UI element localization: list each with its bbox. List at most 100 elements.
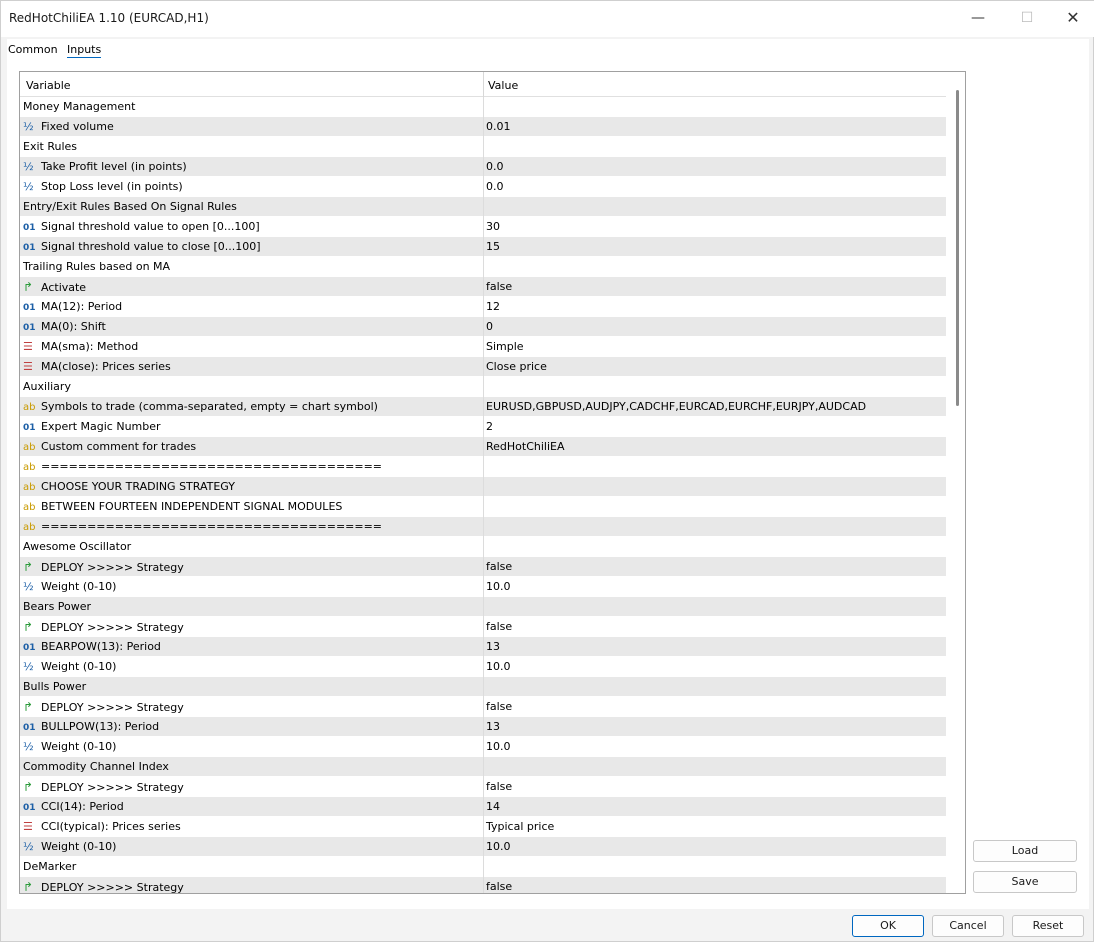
variable-label: MA(sma): Method [41, 340, 139, 353]
save-button[interactable]: Save [973, 871, 1077, 893]
table-row[interactable]: ab Custom comment for trades RedHotChiliEA [20, 437, 946, 457]
tab-common[interactable]: Common [8, 43, 58, 56]
table-row[interactable]: ☰ MA(close): Prices series Close price [20, 357, 946, 377]
table-row[interactable]: DeMarker [20, 857, 946, 877]
table-row[interactable]: ab ===================================== [20, 457, 946, 477]
column-divider [483, 637, 484, 657]
table-body: Money Management ½ Fixed volume 0.01 Exit Ru… [20, 97, 946, 893]
vertical-scrollbar[interactable] [949, 72, 965, 893]
variable-cell: Awesome Oscillator [23, 537, 131, 557]
table-row[interactable]: 01 BULLPOW(13): Period 13 [20, 717, 946, 737]
value-cell[interactable]: 0.0 [486, 177, 504, 197]
value-cell[interactable]: false [486, 277, 512, 297]
value-cell[interactable]: 12 [486, 297, 500, 317]
table-row[interactable]: ab ===================================== [20, 517, 946, 537]
ok-button[interactable]: OK [852, 915, 924, 937]
integer-type-icon: 01 [23, 423, 36, 433]
table-row[interactable]: Trailing Rules based on MA [20, 257, 946, 277]
table-row[interactable]: ↱ DEPLOY >>>>> Strategy false [20, 877, 946, 893]
column-divider [483, 197, 484, 217]
variable-label: MA(close): Prices series [41, 360, 171, 373]
table-row[interactable]: Money Management [20, 97, 946, 117]
scrollbar-thumb[interactable] [956, 90, 959, 406]
table-row[interactable]: Exit Rules [20, 137, 946, 157]
reset-button[interactable]: Reset [1012, 915, 1084, 937]
table-row[interactable]: Commodity Channel Index [20, 757, 946, 777]
table-row[interactable]: Entry/Exit Rules Based On Signal Rules [20, 197, 946, 217]
value-cell[interactable]: Typical price [486, 817, 554, 837]
header-divider[interactable] [483, 72, 484, 97]
table-row[interactable]: Awesome Oscillator [20, 537, 946, 557]
table-row[interactable]: 01 CCI(14): Period 14 [20, 797, 946, 817]
value-cell[interactable]: 0.0 [486, 157, 504, 177]
value-cell[interactable]: 14 [486, 797, 500, 817]
table-row[interactable]: ab Symbols to trade (comma-separated, emp… [20, 397, 946, 417]
value-cell[interactable]: false [486, 697, 512, 717]
cancel-button[interactable]: Cancel [932, 915, 1004, 937]
value-cell[interactable]: 10.0 [486, 837, 511, 857]
table-row[interactable]: ↱ DEPLOY >>>>> Strategy false [20, 697, 946, 717]
maximize-icon[interactable]: ☐ [1004, 1, 1050, 35]
value-cell[interactable]: 0 [486, 317, 493, 337]
value-cell[interactable]: 10.0 [486, 577, 511, 597]
value-cell[interactable]: 0.01 [486, 117, 511, 137]
table-row[interactable]: ↱ DEPLOY >>>>> Strategy false [20, 557, 946, 577]
variable-cell: 01 Expert Magic Number [23, 417, 161, 437]
variable-label: Commodity Channel Index [23, 760, 169, 773]
variable-label: Symbols to trade (comma-separated, empty… [41, 400, 378, 413]
table-row[interactable]: ☰ CCI(typical): Prices series Typical pric… [20, 817, 946, 837]
table-row[interactable]: ↱ DEPLOY >>>>> Strategy false [20, 777, 946, 797]
table-row[interactable]: ½ Stop Loss level (in points) 0.0 [20, 177, 946, 197]
table-row[interactable]: 01 Signal threshold value to close [0...1… [20, 237, 946, 257]
value-cell[interactable]: RedHotChiliEA [486, 437, 565, 457]
string-type-icon: ab [23, 402, 36, 413]
header-value[interactable]: Value [488, 79, 518, 92]
table-row[interactable]: 01 MA(0): Shift 0 [20, 317, 946, 337]
table-row[interactable]: ½ Weight (0-10) 10.0 [20, 837, 946, 857]
column-divider [483, 837, 484, 857]
table-row[interactable]: ½ Fixed volume 0.01 [20, 117, 946, 137]
value-cell[interactable]: 2 [486, 417, 493, 437]
tab-inputs[interactable]: Inputs [67, 43, 102, 58]
column-divider [483, 137, 484, 157]
load-button[interactable]: Load [973, 840, 1077, 862]
table-row[interactable]: 01 Expert Magic Number 2 [20, 417, 946, 437]
value-cell[interactable]: 13 [486, 717, 500, 737]
table-row[interactable]: Bears Power [20, 597, 946, 617]
table-row[interactable]: Bulls Power [20, 677, 946, 697]
variable-cell: Bulls Power [23, 677, 86, 697]
value-cell[interactable]: false [486, 877, 512, 893]
close-icon[interactable]: ✕ [1050, 1, 1094, 35]
value-cell[interactable]: false [486, 617, 512, 637]
variable-label: Weight (0-10) [41, 660, 117, 673]
table-row[interactable]: ↱ DEPLOY >>>>> Strategy false [20, 617, 946, 637]
table-row[interactable]: 01 Signal threshold value to open [0...10… [20, 217, 946, 237]
variable-cell: ab Custom comment for trades [23, 437, 196, 457]
value-cell[interactable]: 10.0 [486, 737, 511, 757]
table-row[interactable]: ab CHOOSE YOUR TRADING STRATEGY [20, 477, 946, 497]
table-row[interactable]: ½ Weight (0-10) 10.0 [20, 737, 946, 757]
window-title: RedHotChiliEA 1.10 (EURCAD,H1) [9, 11, 209, 25]
value-cell[interactable]: EURUSD,GBPUSD,AUDJPY,CADCHF,EURCAD,EURCH… [486, 397, 866, 417]
value-cell[interactable]: false [486, 777, 512, 797]
table-row[interactable]: ½ Weight (0-10) 10.0 [20, 577, 946, 597]
value-cell[interactable]: Simple [486, 337, 524, 357]
table-row[interactable]: ab BETWEEN FOURTEEN INDEPENDENT SIGNAL MO… [20, 497, 946, 517]
table-row[interactable]: 01 BEARPOW(13): Period 13 [20, 637, 946, 657]
variable-label: Stop Loss level (in points) [41, 180, 183, 193]
value-cell[interactable]: Close price [486, 357, 547, 377]
table-row[interactable]: ½ Take Profit level (in points) 0.0 [20, 157, 946, 177]
value-cell[interactable]: false [486, 557, 512, 577]
title-bar: RedHotChiliEA 1.10 (EURCAD,H1) — ☐ ✕ [1, 1, 1094, 37]
value-cell[interactable]: 10.0 [486, 657, 511, 677]
value-cell[interactable]: 30 [486, 217, 500, 237]
value-cell[interactable]: 15 [486, 237, 500, 257]
table-row[interactable]: ½ Weight (0-10) 10.0 [20, 657, 946, 677]
table-row[interactable]: ☰ MA(sma): Method Simple [20, 337, 946, 357]
minimize-icon[interactable]: — [955, 1, 1001, 35]
header-variable[interactable]: Variable [26, 79, 71, 92]
table-row[interactable]: ↱ Activate false [20, 277, 946, 297]
table-row[interactable]: 01 MA(12): Period 12 [20, 297, 946, 317]
table-row[interactable]: Auxiliary [20, 377, 946, 397]
value-cell[interactable]: 13 [486, 637, 500, 657]
